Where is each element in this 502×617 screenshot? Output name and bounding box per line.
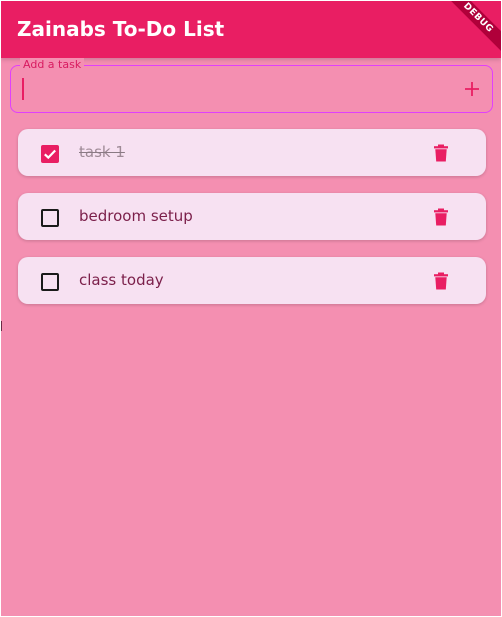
app-bar: Zainabs To-Do List DEBUG bbox=[1, 1, 501, 62]
trash-icon bbox=[434, 208, 448, 226]
task-title: task 1 bbox=[79, 143, 125, 161]
app-title: Zainabs To-Do List bbox=[17, 17, 225, 41]
debug-banner: DEBUG bbox=[434, 1, 501, 62]
task-checkbox[interactable] bbox=[41, 145, 59, 163]
delete-task-button[interactable] bbox=[429, 269, 453, 293]
window-edge-mark bbox=[1, 321, 2, 331]
plus-icon bbox=[465, 82, 479, 96]
app-window: Zainabs To-Do List DEBUG Add a task task… bbox=[1, 1, 501, 616]
task-title: class today bbox=[79, 271, 164, 289]
add-task-input[interactable] bbox=[21, 76, 451, 102]
task-list: task 1 bedroom setup class today bbox=[18, 129, 486, 321]
delete-task-button[interactable] bbox=[429, 141, 453, 165]
add-task-button[interactable] bbox=[458, 75, 486, 103]
task-checkbox[interactable] bbox=[41, 273, 59, 291]
trash-icon bbox=[434, 144, 448, 162]
checkmark-icon bbox=[44, 149, 56, 160]
task-item[interactable]: bedroom setup bbox=[18, 193, 486, 240]
add-task-field[interactable]: Add a task bbox=[10, 58, 493, 113]
delete-task-button[interactable] bbox=[429, 205, 453, 229]
task-item[interactable]: task 1 bbox=[18, 129, 486, 176]
task-item[interactable]: class today bbox=[18, 257, 486, 304]
trash-icon bbox=[434, 272, 448, 290]
task-title: bedroom setup bbox=[79, 207, 193, 225]
add-task-label: Add a task bbox=[20, 58, 85, 72]
task-checkbox[interactable] bbox=[41, 209, 59, 227]
